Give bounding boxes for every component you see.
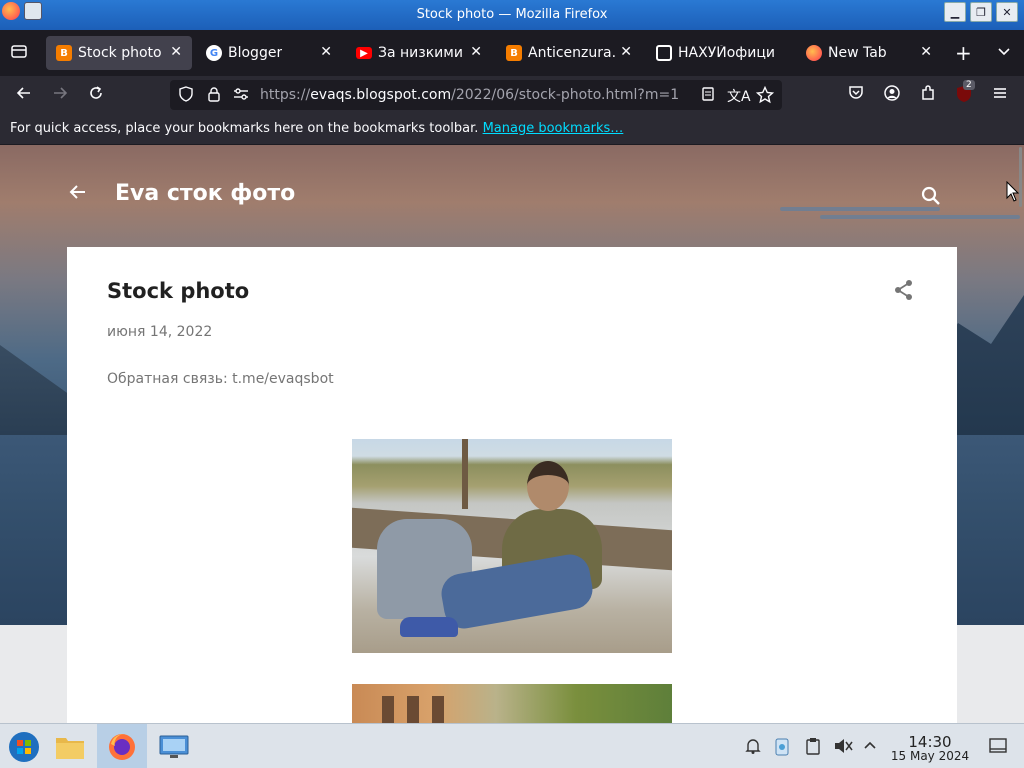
show-desktop-icon[interactable] [989,737,1007,759]
photo-detail [432,696,444,723]
tab-stock-photo[interactable]: B Stock photo ✕ [46,36,192,70]
cloud-streak [820,215,1020,219]
bookmarks-toolbar-message: For quick access, place your bookmarks h… [10,121,479,136]
clipboard-icon[interactable] [805,737,821,759]
window-controls: ▁ ❐ ✕ [944,2,1018,22]
volume-muted-icon[interactable] [833,737,853,759]
file-manager-taskbar-icon[interactable] [46,724,94,768]
firefox-taskbar-icon[interactable] [97,724,147,768]
post-title: Stock photo [107,279,250,303]
url-bar[interactable]: https://evaqs.blogspot.com/2022/06/stock… [170,80,782,110]
notifications-bell-icon[interactable] [744,737,762,759]
maximize-button[interactable]: ❐ [970,2,992,22]
window-title: Stock photo — Mozilla Firefox [416,7,608,22]
post-body-text: Обратная связь: t.me/evaqsbot [107,371,334,387]
minimize-button[interactable]: ▁ [944,2,966,22]
tab-label: Stock photo [78,45,162,61]
search-icon[interactable] [920,185,942,211]
close-window-button[interactable]: ✕ [996,2,1018,22]
firefox-view-icon[interactable] [10,42,28,65]
tab-label: Anticenzura. [528,45,616,61]
tab-label: New Tab [828,45,887,61]
google-icon: G [206,45,222,61]
url-text[interactable]: https://evaqs.blogspot.com/2022/06/stock… [260,87,679,103]
tab-youtube[interactable]: ▶ За низкими ц ✕ [346,36,492,70]
share-icon[interactable] [893,279,915,305]
blogger-icon: B [506,45,522,61]
tab-blogger[interactable]: G Blogger ✕ [196,36,342,70]
site-permissions-icon[interactable] [232,86,250,106]
photo-detail [527,461,569,511]
extensions-icon[interactable] [917,84,939,107]
pocket-icon[interactable] [845,84,867,107]
stock-photo-boy-on-bench[interactable] [352,439,672,653]
close-tab-icon[interactable]: ✕ [170,44,182,60]
back-arrow-icon[interactable] [66,181,88,209]
window-titlebar: Stock photo — Mozilla Firefox ▁ ❐ ✕ [0,0,1024,30]
tab-label: За низкими ц [378,45,466,61]
navigation-toolbar: https://evaqs.blogspot.com/2022/06/stock… [0,76,1024,114]
mountain-silhouette [0,345,70,435]
stock-photo-building[interactable] [352,684,672,723]
forward-button[interactable] [49,84,71,107]
show-hidden-icons-chevron-icon[interactable] [863,737,877,756]
reader-view-icon[interactable] [700,86,716,106]
translate-icon[interactable]: 文A [727,86,751,106]
blog-title[interactable]: Eva сток фото [115,181,295,206]
bookmark-star-icon[interactable] [755,85,775,108]
tracking-protection-shield-icon[interactable] [178,86,194,106]
firefox-icon [806,45,822,61]
blogger-icon: B [56,45,72,61]
photo-detail [400,617,458,637]
page-viewport[interactable]: Eva сток фото Stock photo июня 14, 2022 … [0,145,1024,723]
tab-new-tab[interactable]: New Tab ✕ [796,36,942,70]
ublock-extension-icon[interactable]: 2 [953,80,975,109]
account-icon[interactable] [881,84,903,107]
post-card: Stock photo июня 14, 2022 Обратная связь… [67,247,957,723]
reload-button[interactable] [85,84,107,107]
tab-nahuy[interactable]: НАХУЙофици [646,36,792,70]
post-date[interactable]: июня 14, 2022 [107,324,212,340]
clock-date[interactable]: 15 May 2024 [886,749,974,763]
photo-detail [382,696,394,723]
app-menu-button[interactable] [989,84,1011,107]
system-tray-app-icon[interactable] [773,737,791,761]
cloud-streak [780,207,940,211]
youtube-icon: ▶ [356,47,372,59]
back-button[interactable] [13,84,35,107]
manage-bookmarks-link[interactable]: Manage bookmarks… [483,121,624,136]
extension-badge: 2 [963,80,975,90]
lock-icon[interactable] [206,86,222,106]
circle-icon [656,45,672,61]
tab-label: НАХУЙофици [678,45,774,61]
url-path: /2022/06/stock-photo.html?m=1 [451,87,680,103]
tab-anticenzura[interactable]: B Anticenzura. ✕ [496,36,642,70]
close-tab-icon[interactable]: ✕ [920,44,932,60]
taskbar: 14:30 15 May 2024 [0,723,1024,768]
tab-label: Blogger [228,45,283,61]
new-tab-button[interactable]: + [955,41,972,65]
start-menu-button[interactable] [0,724,48,768]
url-scheme: https:// [260,87,311,103]
close-tab-icon[interactable]: ✕ [320,44,332,60]
bookmarks-toolbar: For quick access, place your bookmarks h… [0,114,1024,144]
mouse-cursor-icon [1006,180,1020,207]
remote-desktop-taskbar-icon[interactable] [150,724,198,768]
close-tab-icon[interactable]: ✕ [620,44,632,60]
close-tab-icon[interactable]: ✕ [470,44,482,60]
list-all-tabs-button[interactable] [996,43,1012,64]
tab-strip: B Stock photo ✕ G Blogger ✕ ▶ За низкими… [0,30,1024,76]
photo-detail [462,439,468,509]
url-host: evaqs.blogspot.com [310,87,452,103]
photo-detail [407,696,419,723]
